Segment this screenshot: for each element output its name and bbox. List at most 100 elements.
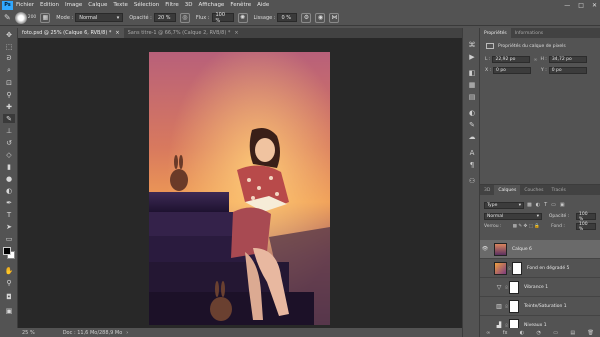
marquee-tool-icon[interactable]: ⬚ — [3, 42, 15, 51]
gradient-tool-icon[interactable]: ▮ — [3, 162, 15, 171]
crop-tool-icon[interactable]: ⊡ — [3, 78, 15, 87]
symmetry-icon[interactable]: ⋈ — [329, 12, 340, 23]
blend-mode-select[interactable]: Normal ▾ — [484, 213, 542, 220]
layer-row-calque-6[interactable]: 👁 Calque 6 — [480, 240, 600, 259]
lock-icons[interactable]: ▩ ✎ ✥ ⬚ 🔒 — [513, 224, 540, 229]
dodge-tool-icon[interactable]: ◐ — [3, 186, 15, 195]
character-panel-icon[interactable]: A — [467, 148, 477, 157]
zoom-tool-icon[interactable]: ⚲ — [3, 278, 15, 287]
x-field[interactable]: 0 po — [493, 67, 532, 74]
new-group-icon[interactable]: ▭ — [553, 330, 558, 336]
filter-shape-icon[interactable]: ▭ — [551, 202, 556, 208]
layer-mask-thumbnail[interactable] — [509, 299, 519, 313]
close-button[interactable]: ✕ — [592, 2, 597, 9]
filter-type-icon[interactable]: T — [544, 202, 547, 208]
menu-image[interactable]: Image — [65, 2, 82, 8]
zoom-level[interactable]: 25 % — [18, 330, 41, 336]
tab-foto-psd[interactable]: foto.psd @ 25% (Calque 6, RVB/8) * × — [18, 28, 124, 38]
actions-panel-icon[interactable]: ▶ — [467, 52, 477, 61]
swatches-panel-icon[interactable]: ▦ — [467, 80, 477, 89]
gradients-panel-icon[interactable]: ▤ — [467, 92, 477, 101]
maximize-button[interactable]: □ — [578, 2, 584, 9]
color-panel-icon[interactable]: ◧ — [467, 68, 477, 77]
menu-texte[interactable]: Texte — [113, 2, 128, 8]
glyphs-panel-icon[interactable]: ⚇ — [467, 176, 477, 185]
add-mask-icon[interactable]: ◐ — [520, 330, 524, 336]
layer-mask-thumbnail[interactable] — [509, 280, 519, 294]
menu-calque[interactable]: Calque — [88, 2, 107, 8]
layer-row-hue-saturation[interactable]: ▥ 8 Teinte/Saturation 1 — [480, 297, 600, 316]
lasso-tool-icon[interactable]: ᘐ — [3, 54, 15, 63]
layer-name[interactable]: Vibrance 1 — [524, 285, 548, 290]
y-field[interactable]: 0 po — [548, 67, 587, 74]
menu-fichier[interactable]: Fichier — [16, 2, 34, 8]
tab-layers[interactable]: Calques — [494, 185, 521, 195]
link-icon[interactable]: ∞ — [532, 57, 538, 63]
adjustments-panel-icon[interactable]: ◐ — [467, 108, 477, 117]
shape-tool-icon[interactable]: ▭ — [3, 234, 15, 243]
fill-input[interactable]: 100 % — [575, 222, 596, 232]
height-field[interactable]: 34,72 po — [548, 56, 587, 63]
filter-adjustment-icon[interactable]: ◐ — [536, 202, 540, 208]
layer-name[interactable]: Niveaux 1 — [524, 323, 547, 328]
tab-properties[interactable]: Propriétés — [480, 28, 511, 38]
tab-3d[interactable]: 3D — [480, 185, 494, 195]
screen-mode-icon[interactable]: ▣ — [3, 306, 15, 315]
minimize-button[interactable]: — — [564, 2, 570, 9]
menu-fenetre[interactable]: Fenêtre — [230, 2, 251, 8]
clone-stamp-tool-icon[interactable]: ⊥ — [3, 126, 15, 135]
path-select-tool-icon[interactable]: ➤ — [3, 222, 15, 231]
layer-row-gradient-fill[interactable]: 8 Fond en dégradé 5 — [480, 259, 600, 278]
hand-tool-icon[interactable]: ✋ — [3, 266, 15, 275]
styles-panel-icon[interactable]: ☁ — [467, 132, 477, 141]
flow-input[interactable]: 100 % — [211, 12, 234, 24]
pressure-size-icon[interactable]: ◉ — [315, 12, 326, 23]
document-artwork[interactable] — [149, 52, 330, 325]
brush-settings-icon[interactable]: ✎ — [467, 120, 477, 129]
layer-kind-select[interactable]: Type ▾ — [484, 201, 524, 209]
opacity-input[interactable]: 20 % — [153, 13, 176, 22]
width-field[interactable]: 22,92 po — [492, 56, 531, 63]
tab-sans-titre[interactable]: Sans titre-1 @ 66,7% (Calque 2, RVB/8) *… — [124, 28, 243, 38]
status-menu-icon[interactable]: › — [126, 330, 128, 336]
paragraph-panel-icon[interactable]: ¶ — [467, 160, 477, 169]
new-layer-icon[interactable]: ▤ — [570, 330, 575, 336]
menu-aide[interactable]: Aide — [257, 2, 269, 8]
move-tool-icon[interactable]: ✥ — [3, 30, 15, 39]
brush-tool-icon[interactable]: ✎ — [3, 114, 15, 123]
menu-filtre[interactable]: Filtre — [165, 2, 179, 8]
eyedropper-tool-icon[interactable]: ⚲ — [3, 90, 15, 99]
filter-pixel-icon[interactable]: ▩ — [527, 202, 532, 208]
layer-opacity-input[interactable]: 100 % — [576, 212, 596, 222]
smoothing-input[interactable]: 0 % — [277, 13, 298, 22]
close-icon[interactable]: × — [115, 30, 119, 36]
history-panel-icon[interactable]: ⌘ — [467, 40, 477, 49]
healing-tool-icon[interactable]: ✚ — [3, 102, 15, 111]
type-tool-icon[interactable]: T — [3, 210, 15, 219]
link-layers-icon[interactable]: ∞ — [486, 330, 490, 336]
brush-panel-icon[interactable]: ▦ — [40, 12, 51, 23]
close-icon[interactable]: × — [234, 30, 238, 36]
quick-mask-icon[interactable]: ◘ — [3, 292, 15, 301]
delete-layer-icon[interactable]: 🗑 — [587, 330, 593, 336]
canvas-area[interactable] — [18, 38, 462, 328]
layer-mask-thumbnail[interactable] — [512, 261, 522, 275]
brush-preset-preview[interactable] — [14, 11, 27, 24]
tab-info[interactable]: Informations — [511, 28, 547, 38]
layer-style-icon[interactable]: fx — [503, 330, 508, 336]
tab-paths[interactable]: Tracés — [548, 185, 570, 195]
pen-tool-icon[interactable]: ✒ — [3, 198, 15, 207]
layer-row-vibrance[interactable]: ▽ 8 Vibrance 1 — [480, 278, 600, 297]
pressure-opacity-icon[interactable]: ◎ — [179, 12, 190, 23]
new-adjustment-icon[interactable]: ◔ — [537, 330, 541, 336]
layer-name[interactable]: Fond en dégradé 5 — [527, 266, 569, 271]
brush-tool-icon[interactable]: ✎ — [4, 13, 11, 22]
blur-tool-icon[interactable]: ● — [3, 174, 15, 183]
airbrush-icon[interactable]: ✺ — [237, 12, 248, 23]
foreground-color-swatch[interactable] — [3, 247, 11, 255]
layer-name[interactable]: Calque 6 — [512, 247, 532, 252]
tab-channels[interactable]: Couches — [520, 185, 547, 195]
quick-select-tool-icon[interactable]: ⌕ — [3, 66, 15, 75]
menu-selection[interactable]: Sélection — [134, 2, 159, 8]
mode-select[interactable]: Normal ▾ — [75, 13, 124, 22]
